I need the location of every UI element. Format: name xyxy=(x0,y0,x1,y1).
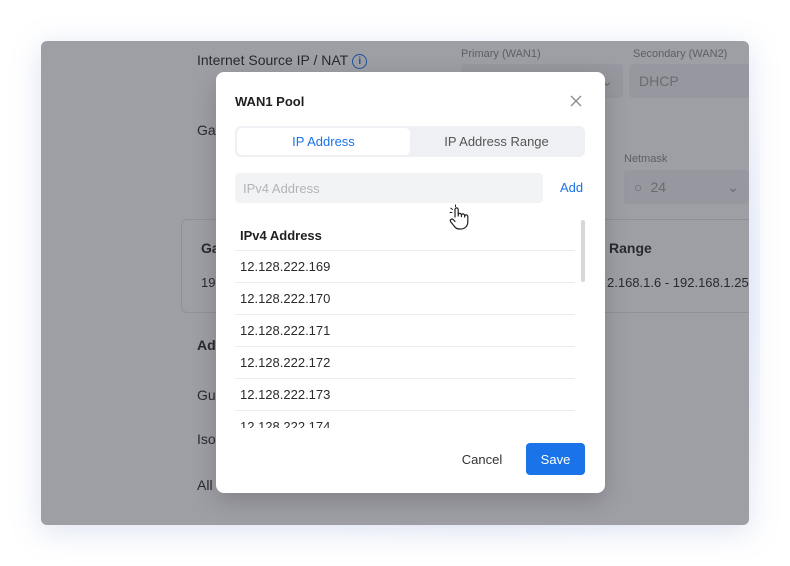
modal-title: WAN1 Pool xyxy=(235,94,305,109)
list-scrollbar[interactable] xyxy=(581,220,585,282)
close-button[interactable] xyxy=(567,92,585,110)
list-item[interactable]: 12.128.222.169 xyxy=(235,251,575,283)
list-item[interactable]: 12.128.222.173 xyxy=(235,379,575,411)
tab-group: IP Address IP Address Range xyxy=(235,126,585,157)
list-item[interactable]: 12.128.222.174 xyxy=(235,411,575,428)
close-icon xyxy=(570,95,582,107)
list-item[interactable]: 12.128.222.171 xyxy=(235,315,575,347)
tab-ip-address[interactable]: IP Address xyxy=(237,128,410,155)
wan1-pool-modal: WAN1 Pool IP Address IP Address Range Ad… xyxy=(216,72,605,493)
ip-list: IPv4 Address 12.128.222.169 12.128.222.1… xyxy=(235,220,575,428)
list-item[interactable]: 12.128.222.170 xyxy=(235,283,575,315)
add-button[interactable]: Add xyxy=(560,180,583,195)
cancel-button[interactable]: Cancel xyxy=(452,443,512,475)
list-header: IPv4 Address xyxy=(235,220,575,251)
ipv4-address-input[interactable] xyxy=(235,173,543,203)
save-button[interactable]: Save xyxy=(526,443,585,475)
hand-pointer-icon xyxy=(449,204,469,230)
list-item[interactable]: 12.128.222.172 xyxy=(235,347,575,379)
tab-ip-address-range[interactable]: IP Address Range xyxy=(410,128,583,155)
